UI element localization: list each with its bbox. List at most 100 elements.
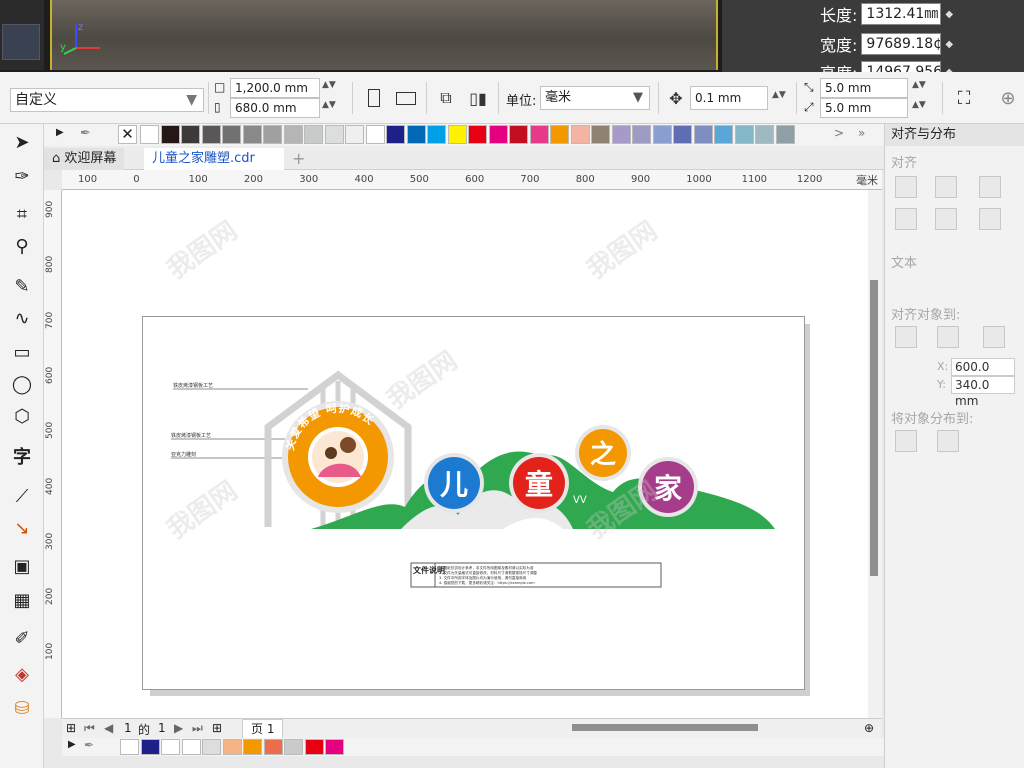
- active-object-icon[interactable]: [895, 326, 917, 348]
- color-swatch[interactable]: [324, 125, 344, 144]
- spinner-icon[interactable]: ▲▼: [322, 80, 336, 90]
- color-swatch[interactable]: [263, 125, 282, 144]
- color-swatch[interactable]: [222, 739, 242, 755]
- palette-menu-icon[interactable]: ▶: [56, 127, 64, 138]
- color-swatch[interactable]: [714, 125, 733, 144]
- color-swatch[interactable]: [591, 125, 610, 144]
- dimension-tool-icon[interactable]: ⟋: [8, 482, 36, 510]
- align-center-h-icon[interactable]: [935, 176, 957, 198]
- color-swatch[interactable]: [652, 125, 672, 144]
- portrait-icon[interactable]: [362, 86, 386, 110]
- spinner-icon[interactable]: ▲▼: [772, 90, 786, 100]
- page-width-field[interactable]: 1,200.0 mm: [230, 78, 320, 98]
- color-swatch[interactable]: [304, 739, 324, 755]
- align-right-icon[interactable]: [979, 176, 1001, 198]
- eyedropper-icon[interactable]: ✐: [8, 624, 36, 652]
- color-swatch[interactable]: [529, 125, 549, 144]
- color-swatch[interactable]: [325, 739, 344, 755]
- color-swatch[interactable]: [447, 125, 467, 144]
- last-page-icon[interactable]: ⏭: [192, 721, 203, 736]
- duplicate-y-field[interactable]: 5.0 mm: [820, 98, 908, 118]
- length-field[interactable]: 1312.41㎜: [861, 3, 942, 25]
- crop-tool-icon[interactable]: ⌗: [8, 200, 36, 228]
- tab-welcome[interactable]: ⌂ 欢迎屏幕: [44, 148, 125, 170]
- duplicate-x-field[interactable]: 5.0 mm: [820, 78, 908, 98]
- color-swatch[interactable]: [550, 125, 569, 144]
- color-swatch[interactable]: [386, 125, 405, 144]
- tab-page-1[interactable]: 页 1: [242, 719, 284, 739]
- page-preset-select[interactable]: 自定义 ▼: [10, 88, 204, 112]
- color-swatch[interactable]: [673, 125, 692, 144]
- text-tool-icon[interactable]: 字: [8, 442, 36, 470]
- first-page-icon[interactable]: ⏮: [84, 721, 95, 736]
- all-pages-icon[interactable]: ⧉: [434, 86, 458, 110]
- next-page-icon[interactable]: ▶: [174, 721, 183, 735]
- distribute-selection-icon[interactable]: [895, 430, 917, 452]
- eyedropper-icon[interactable]: ✒: [80, 126, 91, 141]
- color-swatch[interactable]: [693, 125, 713, 144]
- page-height-field[interactable]: 680.0 mm: [230, 98, 320, 118]
- color-swatch[interactable]: [427, 125, 446, 144]
- add-page-end-icon[interactable]: ⊞: [212, 721, 222, 735]
- palette-scroll-right-icon[interactable]: >: [834, 126, 844, 140]
- palette-expand-icon[interactable]: »: [858, 126, 865, 140]
- treat-as-filled-icon[interactable]: ⛶: [952, 86, 976, 110]
- color-swatch[interactable]: [755, 125, 774, 144]
- vertical-ruler[interactable]: 900 800 700 600 500 400 300 200 100: [44, 190, 62, 718]
- zoom-tool-icon[interactable]: ⚲: [8, 232, 36, 260]
- width-field[interactable]: 97689.18¢: [861, 33, 942, 55]
- prev-page-icon[interactable]: ◀: [104, 721, 113, 735]
- vertical-scroll-thumb[interactable]: [870, 280, 878, 576]
- color-swatch[interactable]: [201, 125, 221, 144]
- spinner-icon[interactable]: ▲▼: [912, 80, 926, 90]
- color-swatch[interactable]: [775, 125, 795, 144]
- color-swatch[interactable]: [120, 739, 139, 755]
- ellipse-tool-icon[interactable]: ◯: [8, 370, 36, 398]
- align-bottom-icon[interactable]: [979, 208, 1001, 230]
- color-swatch[interactable]: [304, 125, 323, 144]
- align-left-icon[interactable]: [895, 176, 917, 198]
- color-swatch[interactable]: [242, 125, 262, 144]
- eyedropper-icon[interactable]: ✒: [84, 738, 94, 752]
- color-swatch[interactable]: [488, 125, 508, 144]
- artistic-media-icon[interactable]: ∿: [8, 304, 36, 332]
- color-swatch[interactable]: [570, 125, 590, 144]
- color-swatch[interactable]: [161, 739, 180, 755]
- landscape-icon[interactable]: [394, 86, 418, 110]
- color-swatch[interactable]: [140, 739, 160, 755]
- color-swatch[interactable]: [734, 125, 754, 144]
- freehand-tool-icon[interactable]: ✎: [8, 272, 36, 300]
- color-swatch[interactable]: [181, 739, 201, 755]
- unit-select[interactable]: 毫米 ▼: [540, 86, 650, 110]
- rectangle-tool-icon[interactable]: ▭: [8, 338, 36, 366]
- pick-tool-icon[interactable]: ➤: [8, 128, 36, 156]
- color-swatch[interactable]: [284, 739, 303, 755]
- horizontal-ruler[interactable]: 100 0 100 200 300 400 500 600 700 800 900 1000 1100 1…: [62, 170, 882, 190]
- page-edge-icon[interactable]: [937, 326, 959, 348]
- add-tab-button[interactable]: +: [284, 148, 313, 170]
- align-top-icon[interactable]: [895, 208, 917, 230]
- transparency-icon[interactable]: ▦: [8, 586, 36, 614]
- color-swatch[interactable]: [283, 125, 303, 144]
- color-swatch[interactable]: [345, 125, 364, 144]
- nudge-field[interactable]: 0.1 mm: [690, 86, 768, 110]
- spinner-icon[interactable]: ▲▼: [322, 100, 336, 110]
- color-swatch[interactable]: [222, 125, 241, 144]
- color-swatch[interactable]: [243, 739, 262, 755]
- add-icon[interactable]: ⊕: [996, 86, 1020, 110]
- interactive-fill-icon[interactable]: ◈: [8, 660, 36, 688]
- color-swatch[interactable]: [468, 125, 487, 144]
- add-page-icon[interactable]: ⊞: [66, 721, 76, 735]
- distribute-page-icon[interactable]: [937, 430, 959, 452]
- color-swatch[interactable]: [632, 125, 651, 144]
- tab-document[interactable]: 儿童之家雕塑.cdr: [144, 148, 284, 170]
- color-swatch[interactable]: [140, 125, 159, 144]
- color-swatch[interactable]: [181, 125, 200, 144]
- polygon-tool-icon[interactable]: ⬡: [8, 402, 36, 430]
- color-swatch[interactable]: [509, 125, 528, 144]
- spinner-icon[interactable]: ▲▼: [912, 100, 926, 110]
- color-swatch[interactable]: [406, 125, 426, 144]
- artwork[interactable]: 铁皮烤漆钢板工艺 铁皮烤漆钢板工艺 亚克力雕刻 关爱希望 呵护成长 儿 童 之 …: [143, 317, 806, 691]
- align-center-v-icon[interactable]: [935, 208, 957, 230]
- color-swatch[interactable]: [611, 125, 631, 144]
